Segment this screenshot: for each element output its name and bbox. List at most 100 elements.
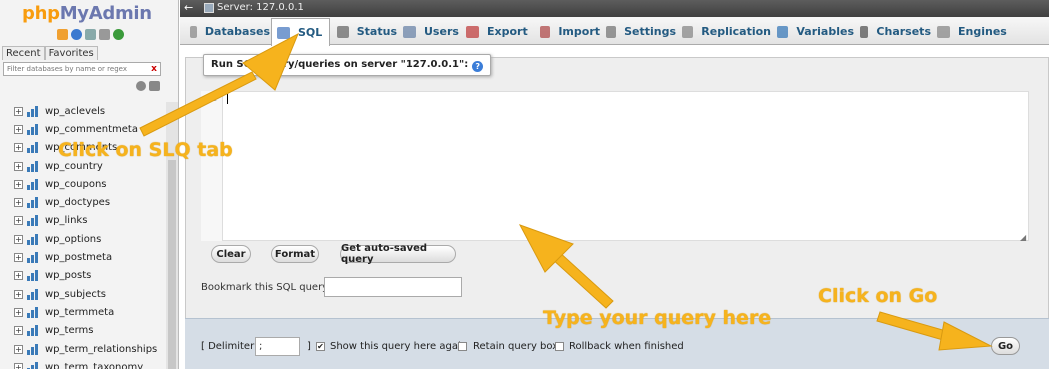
table-tree-item[interactable]: + wp_doctypes: [14, 193, 164, 211]
phpmyadmin-logo[interactable]: phpMyAdmin: [22, 3, 152, 24]
delimiter-input[interactable]: ;: [255, 337, 300, 356]
expand-icon[interactable]: +: [14, 326, 23, 336]
tab-variables[interactable]: Variables: [772, 18, 854, 45]
table-icon: [25, 325, 41, 337]
server-breadcrumb[interactable]: Server: 127.0.0.1: [217, 2, 304, 13]
table-tree-item[interactable]: + wp_terms: [14, 322, 164, 340]
tab-sql[interactable]: SQL: [271, 18, 330, 46]
table-name: wp_commentmeta: [45, 123, 138, 135]
table-tree-item[interactable]: + wp_term_relationships: [14, 340, 164, 358]
database-icon: [190, 25, 197, 38]
expand-icon[interactable]: +: [14, 143, 23, 153]
tab-replication[interactable]: Replication: [677, 18, 771, 45]
expand-icon[interactable]: +: [14, 198, 23, 208]
table-name: wp_term_relationships: [45, 343, 158, 355]
table-icon: [25, 160, 41, 172]
go-button[interactable]: Go: [991, 337, 1020, 355]
expand-icon[interactable]: +: [14, 307, 23, 317]
clear-button[interactable]: Clear: [211, 245, 251, 263]
table-tree-item[interactable]: + wp_posts: [14, 267, 164, 285]
tab-label: Databases: [204, 25, 270, 38]
expand-icon[interactable]: +: [14, 271, 23, 281]
server-breadcrumb-bar: ← Server: 127.0.0.1: [180, 0, 1049, 17]
tab-users[interactable]: Users: [398, 18, 460, 45]
table-icon: [25, 252, 41, 264]
resize-handle-icon[interactable]: ◢: [1020, 233, 1028, 242]
table-tree-item[interactable]: + wp_options: [14, 230, 164, 248]
tab-settings[interactable]: Settings: [601, 18, 676, 45]
table-tree-item[interactable]: + wp_termmeta: [14, 303, 164, 321]
table-tree-item[interactable]: + wp_term_taxonomy: [14, 358, 164, 369]
annotation-query: Type your query here: [543, 307, 772, 329]
logo-icon-bar: [57, 29, 124, 40]
query-legend: Run SQL query/queries on server "127.0.0…: [203, 54, 492, 76]
table-tree-item[interactable]: + wp_commentmeta: [14, 120, 164, 138]
table-tree-item[interactable]: + wp_coupons: [14, 175, 164, 193]
tab-label: Engines: [958, 25, 1007, 38]
tab-import[interactable]: Import: [535, 18, 600, 45]
sql-query-editor[interactable]: [201, 91, 1029, 241]
link-icon[interactable]: [149, 81, 160, 91]
users-icon: [403, 25, 416, 38]
bookmark-input[interactable]: [324, 277, 462, 297]
expand-icon[interactable]: +: [14, 253, 23, 263]
home-icon[interactable]: [57, 29, 68, 40]
table-name: wp_options: [45, 233, 102, 245]
settings-icon[interactable]: [99, 29, 110, 40]
export-icon: [466, 25, 479, 38]
expand-icon[interactable]: +: [14, 362, 23, 369]
reload-icon[interactable]: [113, 29, 124, 40]
expand-icon[interactable]: +: [14, 234, 23, 244]
help-icon[interactable]: ?: [472, 61, 484, 72]
rollback-checkbox[interactable]: [555, 342, 564, 351]
status-icon: [337, 25, 349, 38]
table-name: wp_posts: [45, 270, 92, 282]
help-icon[interactable]: [85, 29, 96, 40]
expand-icon[interactable]: +: [14, 161, 23, 171]
tab-label: Charsets: [876, 25, 931, 38]
tab-status[interactable]: Status: [332, 18, 397, 45]
database-filter-input[interactable]: Filter databases by name or regex: [3, 62, 161, 76]
table-tree-item[interactable]: + wp_aclevels: [14, 102, 164, 120]
annotation-sql-tab: Click on SLQ tab: [58, 139, 233, 161]
tab-label: Replication: [701, 25, 771, 38]
variables-icon: [777, 25, 789, 38]
phpmyadmin-window: phpMyAdmin Recent Favorites Filter datab…: [0, 0, 1049, 369]
wrench-icon: [606, 25, 617, 38]
query-legend-text: Run SQL query/queries on server "127.0.0…: [211, 59, 469, 70]
tab-label: Users: [424, 25, 459, 38]
table-tree-item[interactable]: + wp_links: [14, 212, 164, 230]
filter-clear-icon[interactable]: x: [148, 62, 160, 76]
tab-databases[interactable]: Databases: [185, 18, 270, 45]
docs-icon[interactable]: [71, 29, 82, 40]
text-cursor: [227, 94, 228, 104]
back-arrow-icon[interactable]: ←: [184, 1, 196, 15]
tab-label: Status: [356, 25, 397, 38]
collapse-all-icon[interactable]: [136, 81, 146, 91]
table-name: wp_country: [45, 160, 103, 172]
format-button[interactable]: Format: [271, 245, 319, 263]
tab-export[interactable]: Export: [461, 18, 534, 45]
show-query-again-checkbox[interactable]: ✔: [316, 342, 325, 351]
server-icon: [204, 3, 214, 13]
tab-charsets[interactable]: Charsets: [855, 18, 931, 45]
table-tree-item[interactable]: + wp_postmeta: [14, 248, 164, 266]
get-auto-saved-query-button[interactable]: Get auto-saved query: [340, 243, 456, 265]
expand-icon[interactable]: +: [14, 289, 23, 299]
table-tree-item[interactable]: + wp_subjects: [14, 285, 164, 303]
favorites-tab[interactable]: Favorites: [44, 46, 98, 60]
server-tab-bar: Databases SQL Status Users Export Import Setti…: [180, 17, 1049, 46]
expand-icon[interactable]: +: [14, 124, 23, 134]
table-name: wp_aclevels: [45, 105, 106, 117]
retain-query-box-checkbox[interactable]: [458, 342, 467, 351]
tab-engines[interactable]: Engines: [932, 18, 1008, 45]
bookmark-label: Bookmark this SQL query:: [201, 282, 331, 293]
expand-icon[interactable]: +: [14, 179, 23, 189]
nav-scrollbar-thumb[interactable]: [168, 160, 176, 369]
expand-icon[interactable]: +: [14, 106, 23, 116]
recent-tab[interactable]: Recent: [2, 46, 45, 60]
show-query-again-label: Show this query here again: [330, 341, 468, 352]
expand-icon[interactable]: +: [14, 344, 23, 354]
expand-icon[interactable]: +: [14, 216, 23, 226]
tab-label: SQL: [298, 26, 323, 39]
